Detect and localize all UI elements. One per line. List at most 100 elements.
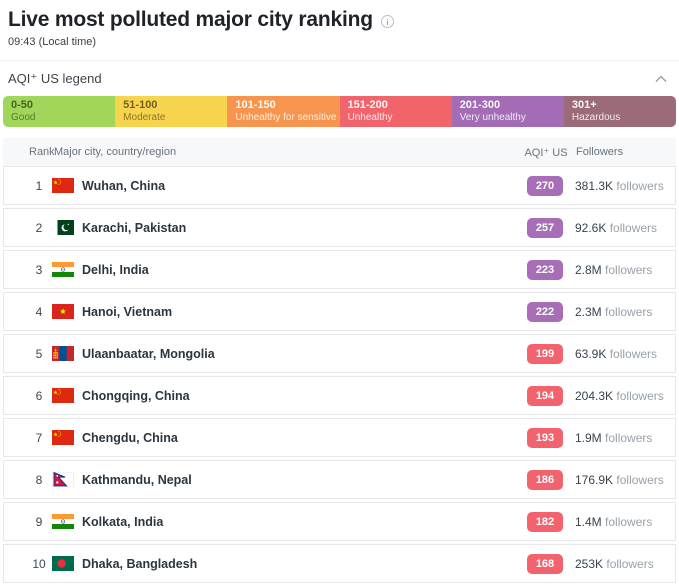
legend-range: 301+ xyxy=(571,99,597,111)
city-row[interactable]: 4 Hanoi, Vietnam 222 2.3M followers xyxy=(3,292,676,331)
aqi-badge: 193 xyxy=(527,427,563,448)
city-name: Ulaanbaatar, Mongolia xyxy=(82,346,215,361)
legend-title: AQI⁺ US legend xyxy=(8,71,102,86)
aqi-badge: 257 xyxy=(527,217,563,238)
flag-pakistan xyxy=(52,220,74,235)
page-title: Live most polluted major city ranking xyxy=(8,8,373,31)
followers-label: followers xyxy=(605,430,653,445)
city-name: Karachi, Pakistan xyxy=(82,220,187,235)
followers-label: followers xyxy=(605,262,653,277)
rank: 3 xyxy=(35,262,43,277)
flag-bangladesh xyxy=(52,556,74,571)
flag-nepal xyxy=(52,472,74,487)
legend-range: 51-100 xyxy=(123,99,158,111)
rank: 8 xyxy=(35,472,43,487)
legend-range: 151-200 xyxy=(347,99,388,111)
aqi-badge: 222 xyxy=(527,301,563,322)
followers-label: followers xyxy=(616,388,664,403)
followers-label: followers xyxy=(606,556,654,571)
legend-label: Good xyxy=(11,112,36,123)
legend-label: Very unhealthy xyxy=(459,112,526,123)
rank: 2 xyxy=(35,220,43,235)
rank: 6 xyxy=(35,388,43,403)
followers-label: followers xyxy=(616,178,664,193)
legend-label: Moderate xyxy=(123,112,166,123)
followers-count: 176.9K xyxy=(575,472,614,487)
legend-toggle[interactable]: AQI⁺ US legend xyxy=(0,61,679,96)
aqi-legend-bar: 0-50 Good 51-100 Moderate 101-150 Unheal… xyxy=(3,96,676,127)
legend-range: 201-300 xyxy=(459,99,501,111)
polluted-city-ranking-panel: Live most polluted major city ranking 09… xyxy=(0,0,679,586)
followers-count: 381.3K xyxy=(575,178,614,193)
aqi-badge: 186 xyxy=(527,469,563,490)
city-name: Delhi, India xyxy=(82,262,149,277)
column-aqi: AQI⁺ US xyxy=(524,146,568,159)
followers-count: 1.9M xyxy=(575,430,602,445)
flag-india xyxy=(52,262,74,277)
legend-segment: 101-150 Unhealthy for sensitive groups xyxy=(227,96,340,127)
followers-count: 204.3K xyxy=(575,388,614,403)
city-row[interactable]: 10 Dhaka, Bangladesh 168 253K followers xyxy=(3,544,676,583)
city-row[interactable]: 6 Chongqing, China 194 204.3K followers xyxy=(3,376,676,415)
city-name: Kolkata, India xyxy=(82,514,164,529)
followers-count: 63.9K xyxy=(575,346,607,361)
rank: 9 xyxy=(35,514,43,529)
legend-segment: 151-200 Unhealthy xyxy=(339,96,452,127)
city-name: Dhaka, Bangladesh xyxy=(82,556,198,571)
followers-count: 2.8M xyxy=(575,262,602,277)
flag-china xyxy=(52,430,74,445)
column-city: Major city, country/region xyxy=(54,146,177,158)
local-time: 09:43 (Local time) xyxy=(8,36,97,48)
flag-china xyxy=(52,178,74,193)
legend-segment: 51-100 Moderate xyxy=(115,96,228,127)
column-followers: Followers xyxy=(576,146,624,158)
flag-china xyxy=(52,388,74,403)
legend-segment: 0-50 Good xyxy=(3,96,116,127)
aqi-badge: 182 xyxy=(527,511,563,532)
flag-india xyxy=(52,514,74,529)
aqi-legend-section: AQI⁺ US legend 0-50 Good 51-100 Moderate… xyxy=(0,60,679,127)
ranking-table: Rank Major city, country/region AQI⁺ US … xyxy=(3,138,676,583)
aqi-badge: 270 xyxy=(527,175,563,196)
legend-segment: 201-300 Very unhealthy xyxy=(451,96,564,127)
legend-label: Unhealthy xyxy=(347,112,393,123)
city-name: Hanoi, Vietnam xyxy=(82,304,173,319)
followers-label: followers xyxy=(616,472,664,487)
table-body: 1 Wuhan, China 270 381.3K followers 2 Ka… xyxy=(3,166,676,583)
header: Live most polluted major city ranking xyxy=(0,6,679,32)
legend-range: 0-50 xyxy=(11,99,34,111)
rank: 4 xyxy=(35,304,43,319)
city-row[interactable]: 2 Karachi, Pakistan 257 92.6K followers xyxy=(3,208,676,247)
legend-segment: 301+ Hazardous xyxy=(563,96,676,127)
city-name: Wuhan, China xyxy=(82,178,166,193)
rank: 10 xyxy=(32,556,46,571)
column-rank: Rank xyxy=(29,146,55,158)
legend-range: 101-150 xyxy=(235,99,276,111)
info-icon[interactable] xyxy=(380,15,394,28)
rank: 1 xyxy=(35,178,43,193)
chevron-up-icon xyxy=(655,75,667,82)
city-row[interactable]: 1 Wuhan, China 270 381.3K followers xyxy=(3,166,676,205)
rank: 7 xyxy=(35,430,43,445)
aqi-badge: 194 xyxy=(527,385,563,406)
city-row[interactable]: 8 Kathmandu, Nepal 186 176.9K followers xyxy=(3,460,676,499)
city-row[interactable]: 9 Kolkata, India 182 1.4M followers xyxy=(3,502,676,541)
legend-label: Hazardous xyxy=(571,112,621,123)
followers-count: 1.4M xyxy=(575,514,602,529)
followers-count: 92.6K xyxy=(575,220,607,235)
city-row[interactable]: 3 Delhi, India 223 2.8M followers xyxy=(3,250,676,289)
city-name: Chongqing, China xyxy=(82,388,190,403)
aqi-badge: 223 xyxy=(527,259,563,280)
aqi-badge: 168 xyxy=(527,553,563,574)
table-header: Rank Major city, country/region AQI⁺ US … xyxy=(3,138,676,166)
city-row[interactable]: 5 Ulaanbaatar, Mongolia 199 63.9K follow… xyxy=(3,334,676,373)
city-row[interactable]: 7 Chengdu, China 193 1.9M followers xyxy=(3,418,676,457)
followers-label: followers xyxy=(605,514,653,529)
followers-label: followers xyxy=(609,220,658,235)
city-name: Chengdu, China xyxy=(82,430,178,445)
followers-label: followers xyxy=(605,304,653,319)
legend-label: Unhealthy for sensitive groups xyxy=(235,112,339,123)
followers-label: followers xyxy=(609,346,658,361)
followers-count: 253K xyxy=(575,556,604,571)
city-name: Kathmandu, Nepal xyxy=(82,472,192,487)
